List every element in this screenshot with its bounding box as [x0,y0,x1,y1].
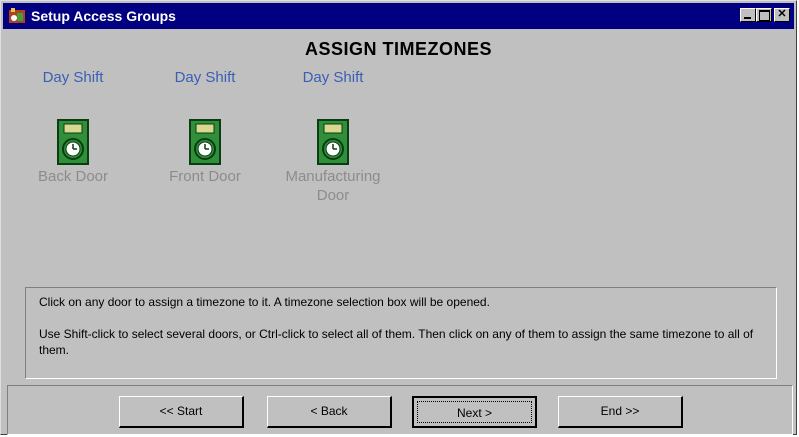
door-manufacturing-door[interactable]: Day Shift Manufacturing Door [273,69,393,205]
door-timezone-label: Day Shift [174,69,236,86]
door-timezone-label: Day Shift [302,69,364,86]
door-name-label-line1: Manufacturing [285,168,381,185]
page-heading: ASSIGN TIMEZONES [304,39,492,59]
app-icon [9,8,25,23]
minimize-icon [744,17,751,19]
end-button[interactable]: End >> [558,396,683,428]
maximize-button[interactable] [756,8,772,22]
start-button[interactable]: << Start [119,396,244,428]
door-clock-icon[interactable] [317,119,349,165]
instruction-line-2: Use Shift-click to select several doors,… [39,327,754,357]
maximize-icon [759,10,770,21]
door-timezone-label: Day Shift [42,69,104,86]
instruction-line-1: Click on any door to assign a timezone t… [39,295,490,309]
title-bar[interactable]: Setup Access Groups ✕ [3,3,794,29]
instructions-box: Click on any door to assign a timezone t… [25,287,777,379]
next-button-label: Next > [417,401,532,423]
next-button[interactable]: Next > [412,396,537,428]
door-clock-icon[interactable] [57,119,89,165]
minimize-button[interactable] [740,8,756,22]
setup-access-groups-window: Setup Access Groups ✕ ASSIGN TIMEZONES D… [0,0,797,435]
door-name-label-line2: Door [316,187,350,204]
close-button[interactable]: ✕ [774,8,790,22]
door-front-door[interactable]: Day Shift Front Door [145,69,265,186]
door-back-door[interactable]: Day Shift Back Door [13,69,133,186]
door-clock-icon[interactable] [189,119,221,165]
door-name-label: Back Door [37,168,109,185]
door-name-label: Front Door [169,168,241,185]
window-title: Setup Access Groups [31,8,176,24]
back-button[interactable]: < Back [267,396,392,428]
close-icon: ✕ [777,8,787,20]
